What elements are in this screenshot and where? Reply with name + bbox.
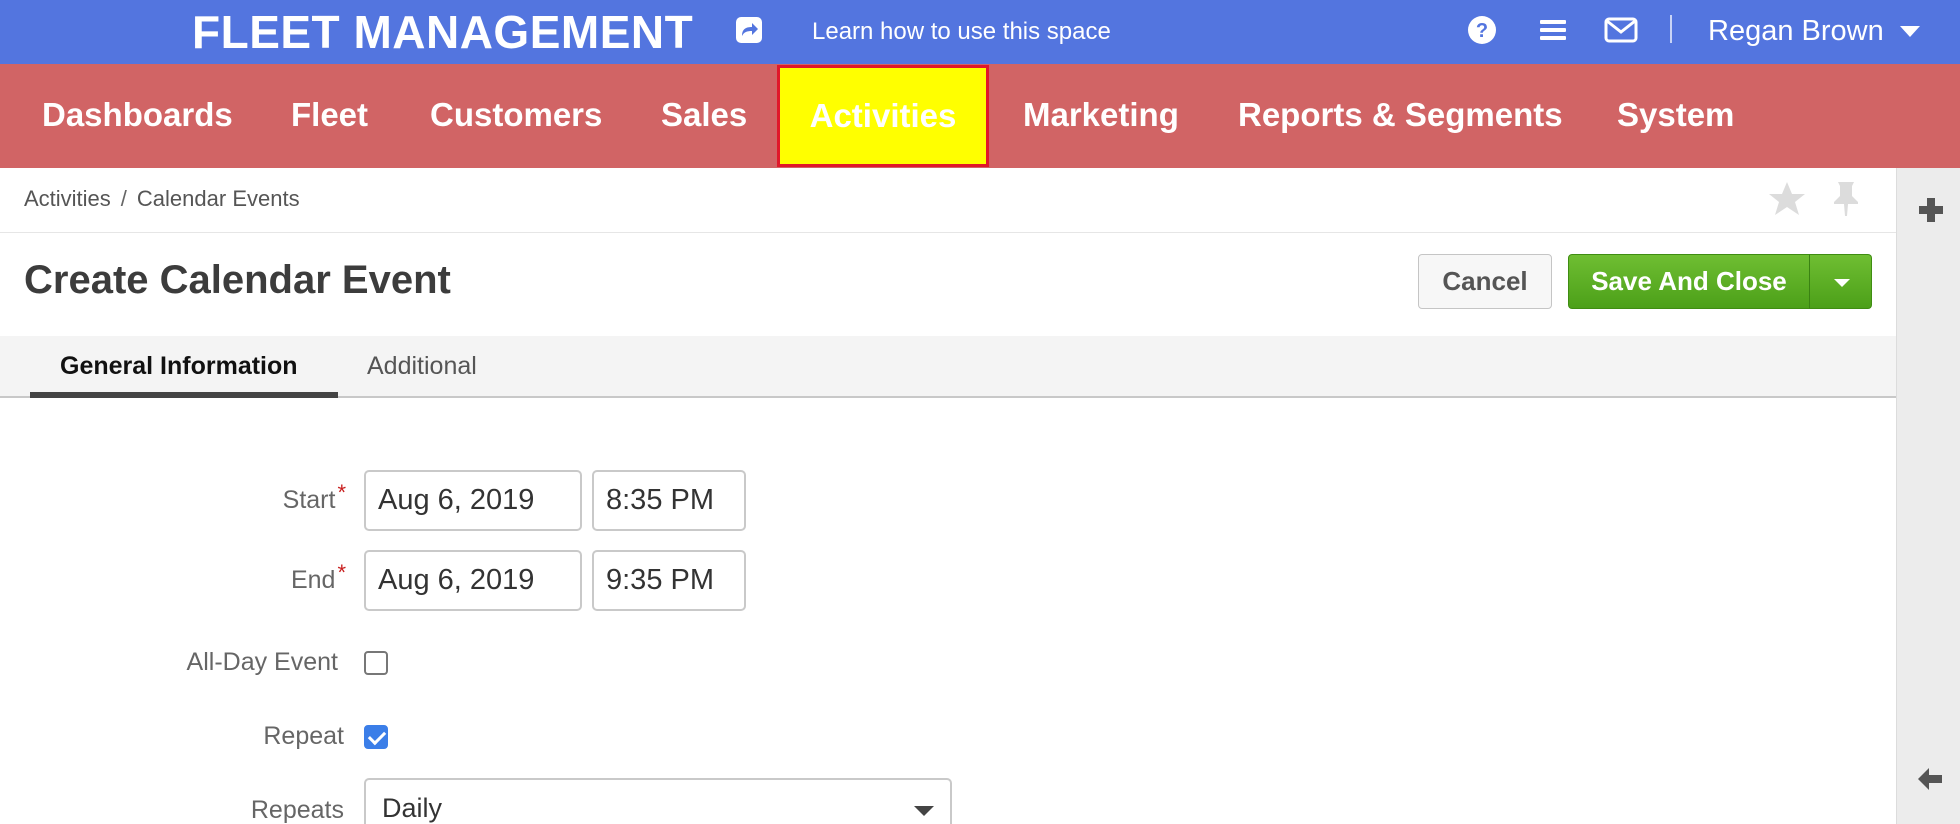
plus-icon[interactable] [1917,196,1945,224]
app-brand[interactable]: FLEET MANAGEMENT [192,8,693,56]
nav-item-dashboards[interactable]: Dashboards [42,64,233,168]
right-sidebar [1896,168,1960,824]
breadcrumb-current: Calendar Events [136,186,300,211]
nav-item-customers[interactable]: Customers [430,64,602,168]
nav-item-reports-segments[interactable]: Reports & Segments [1238,64,1563,168]
top-header: FLEET MANAGEMENT Learn how to use this s… [0,0,1960,64]
repeats-selected-value: Daily [382,793,443,823]
save-and-close-button[interactable]: Save And Close [1568,254,1810,309]
repeats-label: Repeats [250,796,344,824]
tab-general-information[interactable]: General Information [30,336,338,398]
learn-how-link[interactable]: Learn how to use this space [812,18,1111,46]
envelope-icon[interactable] [1604,14,1638,46]
tab-bar: General Information Additional [0,336,1896,398]
tab-additional[interactable]: Additional [367,336,477,396]
cancel-button[interactable]: Cancel [1418,254,1552,309]
header-divider [1670,15,1672,43]
repeat-checkbox[interactable] [364,725,388,749]
question-circle-icon[interactable]: ? [1466,14,1498,46]
required-marker: * [337,480,346,505]
nav-item-activities[interactable]: Activities [777,65,989,167]
breadcrumb-separator: / [120,186,127,211]
start-date-input[interactable]: Aug 6, 2019 [364,470,582,531]
nav-item-fleet[interactable]: Fleet [291,64,368,168]
main-navigation: Dashboards Fleet Customers Sales Activit… [0,64,1960,168]
required-marker: * [337,560,346,585]
svg-text:?: ? [1476,20,1488,42]
page-title: Create Calendar Event [24,258,451,302]
breadcrumb-divider [0,232,1896,233]
nav-item-sales[interactable]: Sales [661,64,747,168]
chevron-down-icon [914,806,934,816]
save-options-dropdown-button[interactable] [1809,254,1872,309]
repeats-select[interactable]: Daily [364,778,952,824]
end-label: End* [290,560,346,594]
all-day-event-checkbox[interactable] [364,651,388,675]
arrow-left-icon[interactable] [1915,764,1945,794]
end-date-input[interactable]: Aug 6, 2019 [364,550,582,611]
repeat-label: Repeat [263,722,344,750]
all-day-event-label: All-Day Event [186,648,338,676]
start-label: Start* [282,480,346,514]
user-menu[interactable]: Regan Brown [1708,14,1920,48]
user-name: Regan Brown [1708,15,1884,47]
hamburger-menu-icon[interactable] [1537,14,1569,46]
breadcrumb-parent[interactable]: Activities [24,186,111,212]
end-time-input[interactable]: 9:35 PM [592,550,746,611]
start-time-input[interactable]: 8:35 PM [592,470,746,531]
pushpin-icon[interactable] [1830,180,1862,218]
star-icon[interactable] [1768,180,1806,218]
chevron-down-icon [1899,25,1920,37]
nav-item-marketing[interactable]: Marketing [1023,64,1179,168]
nav-item-system[interactable]: System [1617,64,1734,168]
share-arrow-icon[interactable] [734,15,764,45]
breadcrumb: Activities / Calendar Events [24,186,300,212]
